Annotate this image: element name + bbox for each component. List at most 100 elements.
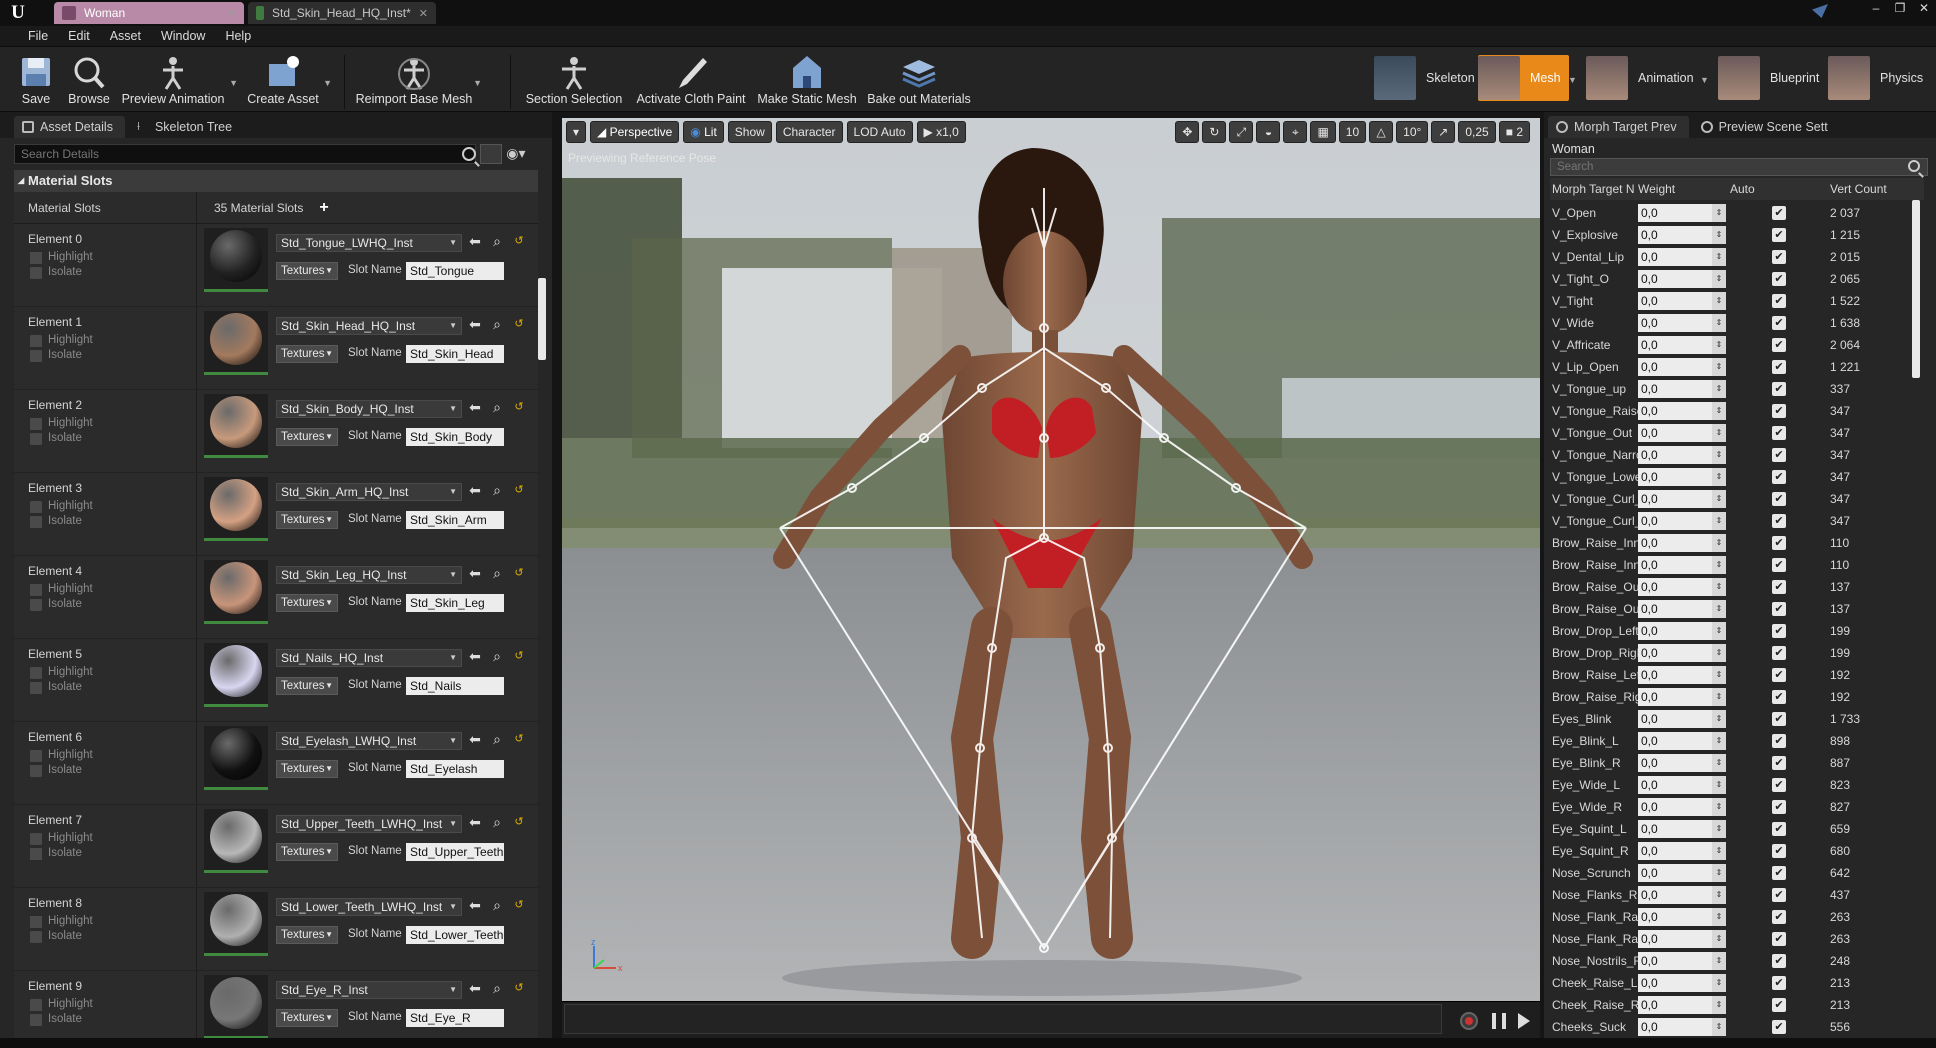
auto-checkbox[interactable]: ✔ (1772, 844, 1786, 858)
browse-asset-icon[interactable]: ⌕ (490, 400, 504, 414)
weight-input[interactable]: 0,0 ⇕ (1638, 380, 1726, 398)
auto-checkbox[interactable]: ✔ (1772, 448, 1786, 462)
weight-input[interactable]: 0,0 ⇕ (1638, 600, 1726, 618)
browse-asset-icon[interactable]: ⌕ (490, 649, 504, 663)
material-thumbnail[interactable] (204, 394, 268, 458)
weight-input[interactable]: 0,0 ⇕ (1638, 446, 1726, 464)
material-select[interactable]: Std_Upper_Teeth_LWHQ_Inst (276, 815, 462, 833)
mode-blueprint[interactable]: Blueprint (1718, 55, 1825, 101)
weight-input[interactable]: 0,0 ⇕ (1638, 666, 1726, 684)
auto-checkbox[interactable]: ✔ (1772, 382, 1786, 396)
material-thumbnail[interactable] (204, 477, 268, 541)
use-selected-asset-icon[interactable]: ⬅ (468, 815, 482, 829)
close-window-icon[interactable]: ✕ (1912, 0, 1936, 16)
drag-handle-icon[interactable]: ⇕ (1712, 248, 1726, 266)
tab-skeleton-tree[interactable]: ⟊ Skeleton Tree (129, 116, 244, 138)
highlight-checkbox[interactable] (30, 916, 42, 928)
morph-target-row[interactable]: V_Affricate 0,0 ⇕ ✔ 2 064 (1550, 334, 1924, 356)
auto-checkbox[interactable]: ✔ (1772, 558, 1786, 572)
textures-dropdown[interactable]: Textures (276, 594, 338, 612)
close-icon[interactable]: ✕ (227, 7, 236, 20)
morph-target-row[interactable]: Brow_Raise_Inne 0,0 ⇕ ✔ 110 (1550, 554, 1924, 576)
material-select[interactable]: Std_Nails_HQ_Inst (276, 649, 462, 667)
eye-icon[interactable]: ◉▾ (506, 144, 538, 164)
auto-checkbox[interactable]: ✔ (1772, 470, 1786, 484)
mode-mesh[interactable]: Mesh (1478, 55, 1569, 101)
weight-input[interactable]: 0,0 ⇕ (1638, 820, 1726, 838)
reset-to-default-icon[interactable]: ↺ (512, 400, 526, 414)
auto-checkbox[interactable]: ✔ (1772, 602, 1786, 616)
column-weight[interactable]: Weight (1638, 182, 1728, 196)
auto-checkbox[interactable]: ✔ (1772, 624, 1786, 638)
auto-checkbox[interactable]: ✔ (1772, 294, 1786, 308)
weight-input[interactable]: 0,0 ⇕ (1638, 864, 1726, 882)
auto-checkbox[interactable]: ✔ (1772, 866, 1786, 880)
auto-checkbox[interactable]: ✔ (1772, 668, 1786, 682)
details-search-input[interactable] (14, 144, 477, 164)
highlight-checkbox[interactable] (30, 999, 42, 1011)
use-selected-asset-icon[interactable]: ⬅ (468, 649, 482, 663)
morph-target-row[interactable]: V_Tight_O 0,0 ⇕ ✔ 2 065 (1550, 268, 1924, 290)
auto-checkbox[interactable]: ✔ (1772, 646, 1786, 660)
use-selected-asset-icon[interactable]: ⬅ (468, 234, 482, 248)
weight-input[interactable]: 0,0 ⇕ (1638, 512, 1726, 530)
column-morph-target-name[interactable]: Morph Target N (1550, 182, 1638, 196)
reset-to-default-icon[interactable]: ↺ (512, 732, 526, 746)
minimize-icon[interactable]: – (1864, 0, 1888, 16)
auto-checkbox[interactable]: ✔ (1772, 734, 1786, 748)
material-thumbnail[interactable] (204, 892, 268, 956)
slot-name-input[interactable]: Std_Tongue (406, 262, 504, 280)
world-local-icon[interactable]: ◒ (1256, 121, 1281, 143)
drag-handle-icon[interactable]: ⇕ (1712, 336, 1726, 354)
close-icon[interactable]: ✕ (419, 7, 428, 20)
textures-dropdown[interactable]: Textures (276, 843, 338, 861)
auto-checkbox[interactable]: ✔ (1772, 228, 1786, 242)
drag-handle-icon[interactable]: ⇕ (1712, 952, 1726, 970)
isolate-checkbox[interactable] (30, 931, 42, 943)
drag-handle-icon[interactable]: ⇕ (1712, 270, 1726, 288)
browse-asset-icon[interactable]: ⌕ (490, 732, 504, 746)
record-icon[interactable] (1460, 1012, 1478, 1030)
drag-handle-icon[interactable]: ⇕ (1712, 600, 1726, 618)
browse-asset-icon[interactable]: ⌕ (490, 815, 504, 829)
weight-input[interactable]: 0,0 ⇕ (1638, 556, 1726, 574)
reset-to-default-icon[interactable]: ↺ (512, 317, 526, 331)
drag-handle-icon[interactable]: ⇕ (1712, 314, 1726, 332)
tab-morph-target-preview[interactable]: Morph Target Prev (1548, 116, 1689, 138)
drag-handle-icon[interactable]: ⇕ (1712, 798, 1726, 816)
maximize-icon[interactable]: ❐ (1888, 0, 1912, 16)
weight-input[interactable]: 0,0 ⇕ (1638, 776, 1726, 794)
auto-checkbox[interactable]: ✔ (1772, 338, 1786, 352)
viewport[interactable]: ▾ ◢ Perspective ◉ Lit Show Character LOD… (562, 118, 1540, 1001)
weight-input[interactable]: 0,0 ⇕ (1638, 754, 1726, 772)
morph-target-row[interactable]: Eye_Blink_L 0,0 ⇕ ✔ 898 (1550, 730, 1924, 752)
drag-handle-icon[interactable]: ⇕ (1712, 908, 1726, 926)
auto-checkbox[interactable]: ✔ (1772, 250, 1786, 264)
weight-input[interactable]: 0,0 ⇕ (1638, 424, 1726, 442)
drag-handle-icon[interactable]: ⇕ (1712, 688, 1726, 706)
morph-target-row[interactable]: V_Dental_Lip 0,0 ⇕ ✔ 2 015 (1550, 246, 1924, 268)
details-scrollbar[interactable] (538, 278, 546, 360)
save-button[interactable]: Save (18, 50, 54, 110)
menu-asset[interactable]: Asset (100, 29, 151, 43)
highlight-checkbox[interactable] (30, 501, 42, 513)
reset-to-default-icon[interactable]: ↺ (512, 566, 526, 580)
material-select[interactable]: Std_Skin_Body_HQ_Inst (276, 400, 462, 418)
morph-target-row[interactable]: Eye_Squint_L 0,0 ⇕ ✔ 659 (1550, 818, 1924, 840)
slot-name-input[interactable]: Std_Skin_Body (406, 428, 504, 446)
reset-to-default-icon[interactable]: ↺ (512, 483, 526, 497)
menu-file[interactable]: File (18, 29, 58, 43)
use-selected-asset-icon[interactable]: ⬅ (468, 317, 482, 331)
material-thumbnail[interactable] (204, 643, 268, 707)
auto-checkbox[interactable]: ✔ (1772, 778, 1786, 792)
morph-target-row[interactable]: V_Open 0,0 ⇕ ✔ 2 037 (1550, 202, 1924, 224)
auto-checkbox[interactable]: ✔ (1772, 800, 1786, 814)
drag-handle-icon[interactable]: ⇕ (1712, 358, 1726, 376)
morph-target-row[interactable]: V_Wide 0,0 ⇕ ✔ 1 638 (1550, 312, 1924, 334)
perspective-button[interactable]: ◢ Perspective (590, 121, 680, 143)
drag-handle-icon[interactable]: ⇕ (1712, 1018, 1726, 1036)
weight-input[interactable]: 0,0 ⇕ (1638, 204, 1726, 222)
morph-target-row[interactable]: Nose_Scrunch 0,0 ⇕ ✔ 642 (1550, 862, 1924, 884)
auto-checkbox[interactable]: ✔ (1772, 316, 1786, 330)
morph-target-row[interactable]: V_Tight 0,0 ⇕ ✔ 1 522 (1550, 290, 1924, 312)
